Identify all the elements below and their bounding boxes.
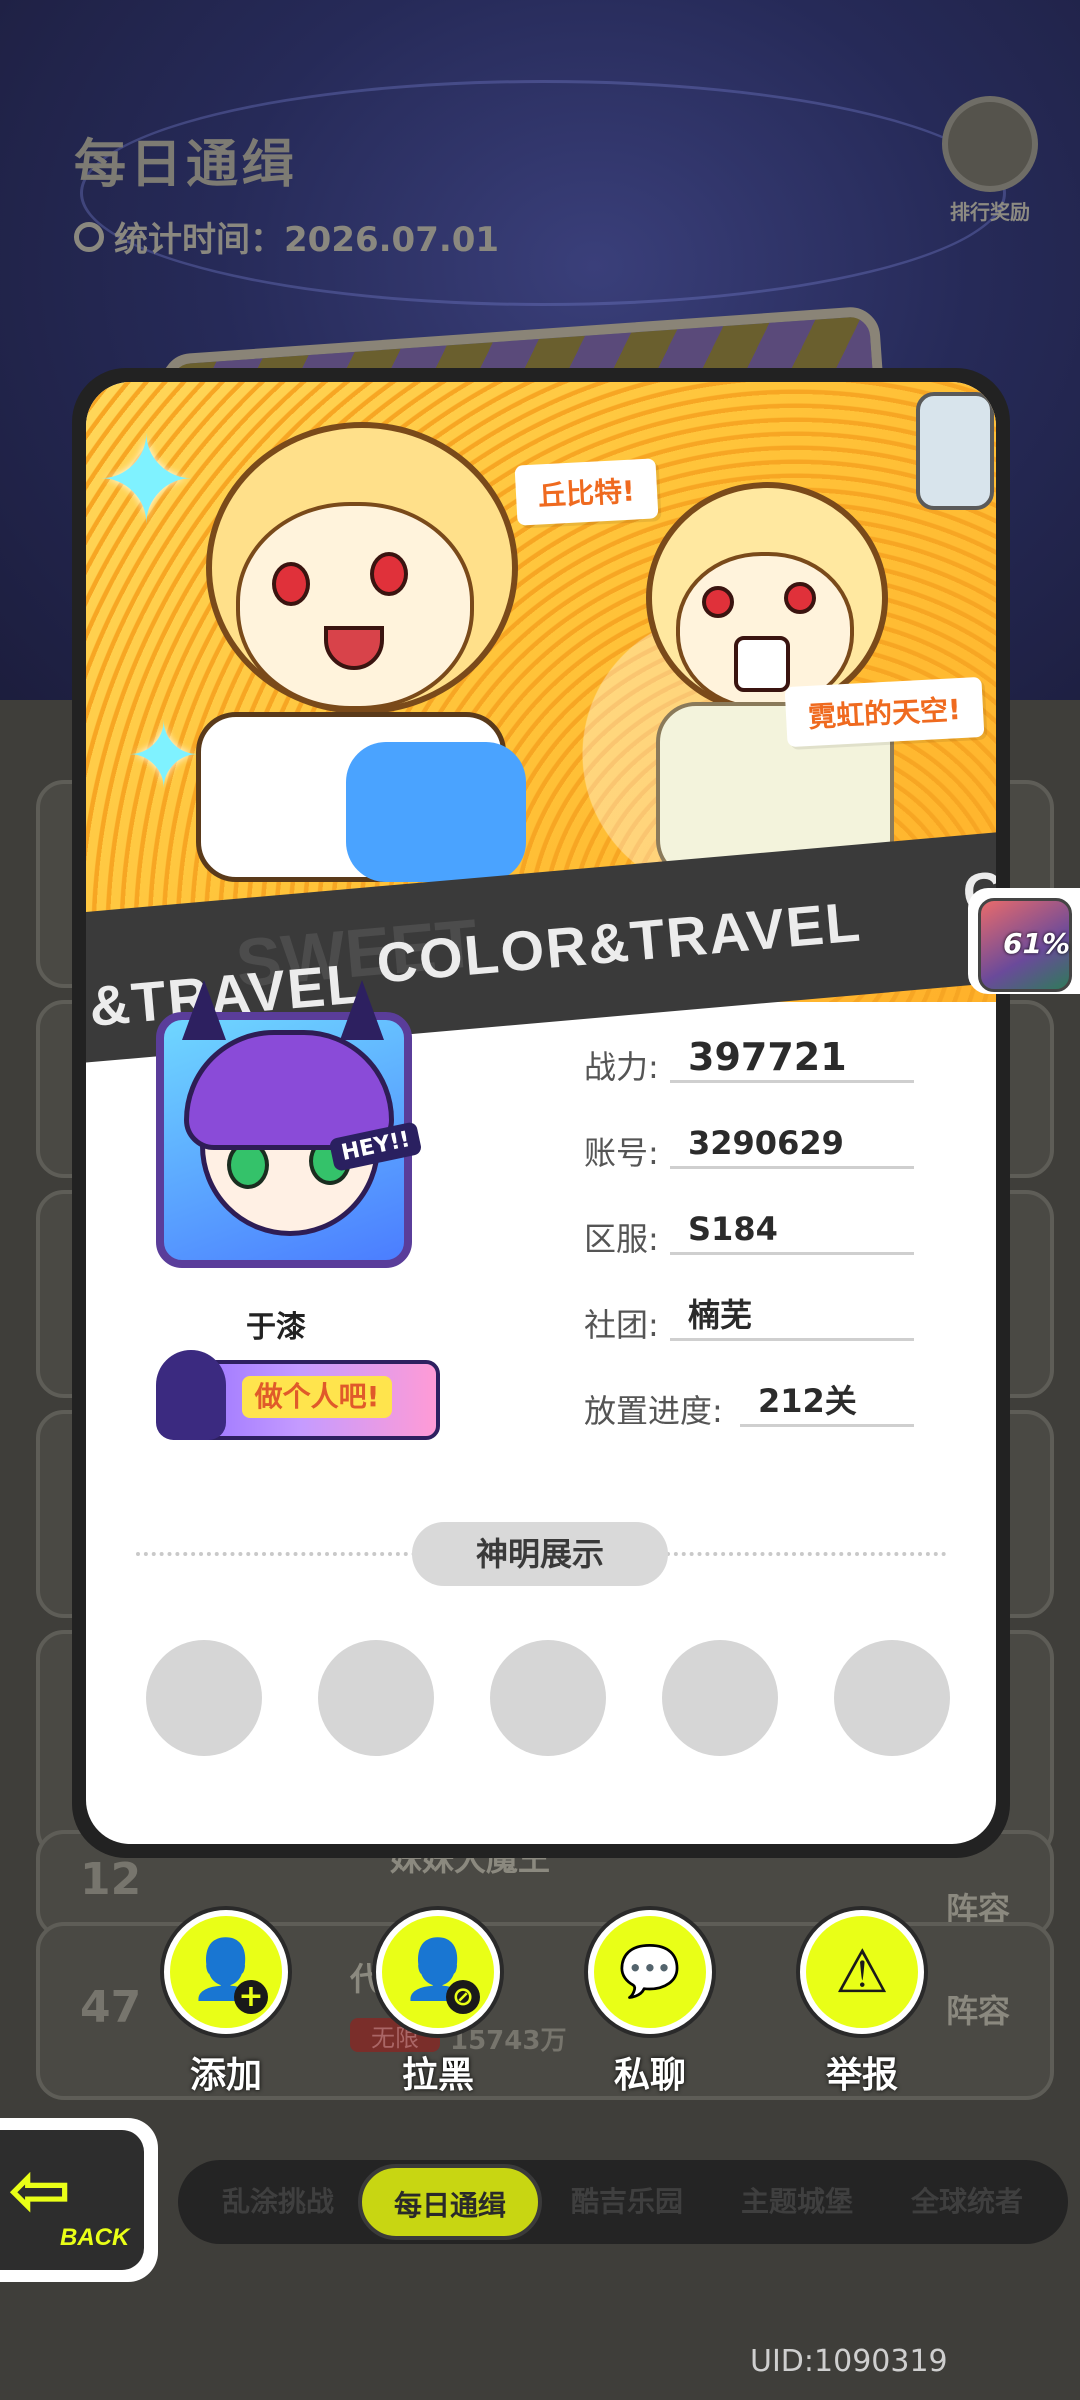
tab-theme-castle[interactable]: 主题城堡 [712, 2160, 882, 2244]
field-label: 社团: [584, 1306, 659, 1344]
chat-icon: 💬 [588, 1910, 712, 2034]
trophy-icon [942, 96, 1038, 192]
block-user-button[interactable]: 👤 ⊘ 拉黑 [372, 1910, 504, 2098]
field-value: 212关 [740, 1378, 914, 1427]
deity-slot[interactable] [834, 1640, 950, 1756]
clock-icon [74, 221, 104, 252]
mouth [734, 636, 790, 692]
add-friend-button[interactable]: 👤 + 添加 [160, 1910, 292, 2098]
rank-number: 47 [80, 1982, 142, 2033]
speech-bubble: 丘比特! [514, 458, 659, 526]
tab-daily-wanted[interactable]: 每日通缉 [358, 2164, 542, 2240]
back-button[interactable]: ⇦ BACK [0, 2118, 158, 2282]
mouth [324, 626, 384, 670]
add-friend-icon: 👤 + [164, 1910, 288, 2034]
field-value: 3290629 [670, 1120, 914, 1169]
character-left-jacket [346, 742, 526, 882]
divider [666, 1552, 946, 1556]
field-label: 战力: [584, 1048, 659, 1086]
block-user-label: 拉黑 [401, 2055, 474, 2096]
deity-section-title: 神明展示 [412, 1522, 668, 1586]
horn-icon [182, 980, 226, 1040]
tab-global-ranking[interactable]: 全球统者 [882, 2160, 1052, 2244]
field-value: S184 [670, 1206, 914, 1255]
report-label: 举报 [825, 2055, 898, 2096]
profile-card: ✦ ✦ 丘比特! 霓虹的天空! SWEET &TRAVEL COLOR&TRAV… [72, 368, 1010, 1858]
deity-slot[interactable] [662, 1640, 778, 1756]
back-arrow-icon: ⇦ [8, 2145, 72, 2234]
deity-slot[interactable] [318, 1640, 434, 1756]
private-chat-button[interactable]: 💬 私聊 [584, 1910, 716, 2098]
private-chat-label: 私聊 [613, 2055, 686, 2096]
back-button-face: ⇦ BACK [0, 2130, 144, 2270]
field-value: 397721 [670, 1034, 914, 1083]
field-value: 楠芜 [670, 1292, 914, 1341]
band-text-main: COLOR&TRAVEL [374, 889, 865, 995]
character-left-face [236, 502, 474, 710]
sparkle-icon: ✦ [96, 412, 197, 551]
user-id-text: UID:1090319 [750, 2344, 948, 2379]
avatar[interactable]: HEY!! [156, 980, 423, 1268]
tab-graffiti-challenge[interactable]: 乱涂挑战 [198, 2160, 358, 2244]
title-badge: 做个人吧! [156, 1350, 440, 1440]
horn-icon [340, 980, 384, 1040]
rank-reward-label: 排行奖励 [950, 200, 1030, 224]
block-user-icon: 👤 ⊘ [376, 1910, 500, 2034]
add-friend-label: 添加 [189, 2055, 262, 2096]
sparkle-icon: ✦ [126, 704, 202, 809]
report-warning-icon: ⚠ [800, 1910, 924, 2034]
rank-reward-button[interactable]: 排行奖励 [930, 96, 1050, 225]
divider [136, 1552, 416, 1556]
eye [272, 562, 310, 606]
team-link[interactable]: 阵容 [946, 1986, 1010, 2032]
report-button[interactable]: ⚠ 举报 [796, 1910, 928, 2098]
bottom-tab-bar: 乱涂挑战 每日通缉 酷吉乐园 主题城堡 全球统者 [178, 2160, 1068, 2244]
progress-thumbnail: 61% [978, 898, 1072, 992]
stat-time: 统计时间：2026.07.01 [74, 212, 499, 261]
field-label: 放置进度: [584, 1392, 723, 1430]
deity-slot[interactable] [490, 1640, 606, 1756]
back-label: BACK [60, 2224, 130, 2251]
side-progress-badge[interactable]: 61% [968, 888, 1080, 994]
profile-card-body: ✦ ✦ 丘比特! 霓虹的天空! SWEET &TRAVEL COLOR&TRAV… [86, 382, 996, 1844]
rank-number: 12 [80, 1854, 142, 1905]
title-badge-text: 做个人吧! [242, 1376, 392, 1418]
tab-cool-park[interactable]: 酷吉乐园 [542, 2160, 712, 2244]
eye [702, 586, 734, 618]
speech-bubble: 霓虹的天空! [784, 676, 985, 748]
cat-icon [156, 1350, 226, 1440]
progress-percent: 61% [1003, 927, 1071, 960]
deity-slot[interactable] [146, 1640, 262, 1756]
page-title: 每日通缉 [74, 135, 299, 195]
stat-time-text: 统计时间：2026.07.01 [114, 220, 500, 260]
player-nickname: 于漆 [246, 1310, 306, 1345]
eye [370, 552, 408, 596]
eye [784, 582, 816, 614]
field-label: 区服: [584, 1220, 659, 1258]
field-label: 账号: [584, 1134, 659, 1172]
spray-can-icon [916, 392, 994, 510]
